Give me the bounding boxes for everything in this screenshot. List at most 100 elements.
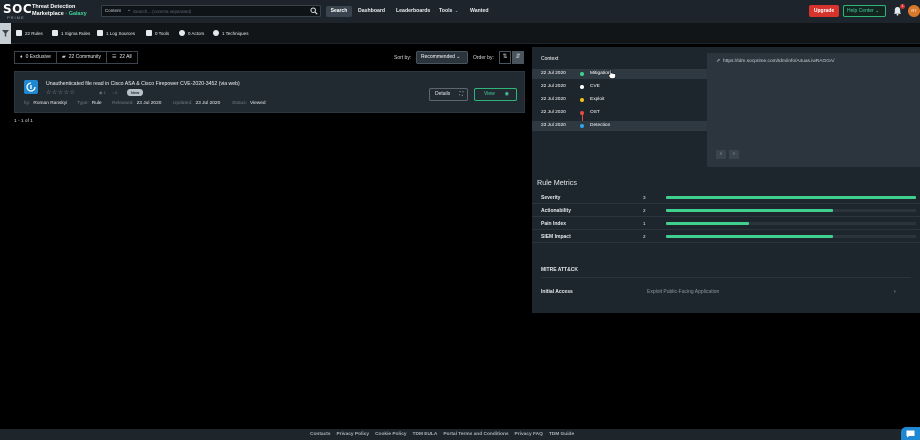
tab-exclusive[interactable]: ♦ 0 Exclusive <box>14 51 57 64</box>
rule-title[interactable]: Unauthenticated file read in Cisco ASA &… <box>46 81 240 87</box>
eye-icon: ◉ <box>99 90 103 95</box>
previous-button[interactable]: ‹ <box>716 150 726 159</box>
sort-select[interactable]: Recommended ⌄ <box>416 51 468 64</box>
footer-links: Contacts Privacy Policy Cookie Policy TD… <box>310 432 580 437</box>
context-item-mitigation[interactable]: 22 Jul 2020 Mitigation <box>532 69 708 79</box>
downloads-count: ↓ 0 <box>112 90 117 95</box>
metric-siem-impact: SIEM Impact 2 <box>532 230 920 243</box>
nav-dashboard[interactable]: Dashboard <box>358 8 385 14</box>
brand-line1: Threat Detection <box>32 4 76 10</box>
order-label: Order by: <box>473 55 494 61</box>
status-dot-icon <box>580 72 584 76</box>
order-descending-button[interactable]: ⇵ <box>512 51 524 64</box>
chevron-right-icon: › <box>733 151 735 157</box>
search-icon[interactable] <box>310 7 318 15</box>
stat-actors-label: 0 Actors <box>188 31 205 36</box>
status-dot-icon <box>580 124 584 128</box>
status-dot-icon <box>580 98 584 102</box>
eye-icon: ◉ <box>504 91 509 97</box>
mitre-tactic[interactable]: Initial Access <box>541 289 573 295</box>
footer-link-tdm-guide[interactable]: TDM Guide <box>549 432 574 437</box>
rule-type-icon <box>24 80 38 94</box>
stat-tools[interactable]: 0 Tools <box>146 30 169 36</box>
all-icon: ☰ <box>111 54 117 60</box>
stat-rules[interactable]: 22 Rules <box>16 30 43 36</box>
search-type-select[interactable]: Content <box>105 8 121 13</box>
footer-link-terms[interactable]: Portal Terms and Conditions <box>443 432 508 437</box>
socprime-logo[interactable]: SOC PRIME <box>3 2 33 21</box>
context-date: 22 Jul 2020 <box>541 71 566 76</box>
stats-bar: 22 Rules 1 Sigma Rules 1 Log Sources 0 T… <box>0 23 920 44</box>
metric-label: Actionability <box>541 208 572 214</box>
metric-bar <box>666 196 916 199</box>
details-button[interactable]: Details ⛶ <box>429 88 468 101</box>
context-date: 23 Jul 2020 <box>541 123 566 128</box>
updated-value: 23 Jul 2020 <box>195 101 221 106</box>
rule-detail-panel: Context 22 Jul 2020 Mitigation 22 Jul 20… <box>532 47 920 313</box>
context-item-cve[interactable]: 22 Jul 2020 CVE <box>532 82 708 92</box>
metric-value: 2 <box>643 208 646 213</box>
stat-log-sources[interactable]: 1 Log Sources <box>97 30 135 36</box>
footer-link-privacy-policy[interactable]: Privacy Policy <box>337 432 370 437</box>
context-link[interactable]: ⇗ https://tdm.socprime.com/tdm/info/A4uas… <box>716 59 834 64</box>
avatar[interactable]: RT <box>908 5 920 17</box>
expand-icon: ⛶ <box>459 91 463 97</box>
footer-link-tdm-eula[interactable]: TDM EULA <box>413 432 438 437</box>
status-label: Status: <box>232 101 247 106</box>
view-button[interactable]: View ◉ <box>474 88 517 101</box>
footer: Contacts Privacy Policy Cookie Policy TD… <box>0 429 920 440</box>
sort-descending-icon: ⇵ <box>515 54 521 60</box>
logo-text: SOC <box>3 2 33 16</box>
next-button[interactable]: › <box>729 150 739 159</box>
stat-tools-label: 0 Tools <box>155 31 170 36</box>
nav-tools[interactable]: Tools ⌄ <box>439 8 459 14</box>
footer-link-cookie-policy[interactable]: Cookie Policy <box>375 432 406 437</box>
nav-wanted[interactable]: Wanted <box>470 8 489 14</box>
rule-type: Type: Rule <box>77 101 102 106</box>
tab-all-label: 22 All <box>119 54 132 60</box>
footer-link-contacts[interactable]: Contacts <box>310 432 331 437</box>
context-date: 22 Jul 2020 <box>541 84 566 89</box>
stat-sigma-rules[interactable]: 1 Sigma Rules <box>52 30 90 36</box>
notification-badge: 1 <box>900 4 905 9</box>
mouse-cursor-icon <box>608 69 616 79</box>
chevron-right-icon[interactable]: › <box>894 289 896 295</box>
type-value: Rule <box>91 101 102 106</box>
tab-community[interactable]: ▰ 22 Community <box>55 51 107 64</box>
search-button[interactable]: Search <box>326 6 352 17</box>
search-input[interactable] <box>133 7 303 15</box>
tab-all[interactable]: ☰ 22 All <box>105 51 138 64</box>
brand-line2: Marketplace <box>32 11 64 17</box>
stat-log-label: 1 Log Sources <box>106 31 136 36</box>
metric-bar-fill <box>666 235 833 238</box>
pagination-info: 1 - 1 of 1 <box>14 119 33 124</box>
filter-icon <box>2 30 9 37</box>
brand-accent: · Galaxy <box>65 11 87 17</box>
context-item-exploit[interactable]: 22 Jul 2020 Exploit <box>532 95 708 105</box>
context-preview: ⇗ https://tdm.socprime.com/tdm/info/A4uas… <box>707 53 920 167</box>
stat-techniques-label: 1 Techniques <box>222 31 249 36</box>
rules-icon <box>16 30 22 36</box>
help-center-button[interactable]: Help Center ⌄ <box>843 5 886 17</box>
stat-actors[interactable]: 0 Actors <box>179 30 204 36</box>
footer-link-privacy-faq[interactable]: Privacy FAQ <box>515 432 543 437</box>
context-label: Detection <box>590 123 611 128</box>
rating-stars[interactable]: ☆☆☆☆☆ <box>46 89 75 96</box>
context-item-ost[interactable]: 22 Jul 2020 OST <box>532 108 708 118</box>
chat-button[interactable] <box>901 427 920 440</box>
chevron-down-icon: ⌄ <box>875 8 880 14</box>
context-label: OST <box>590 110 600 115</box>
status-value: Viewed <box>249 101 266 106</box>
nav-leaderboards[interactable]: Leaderboards <box>396 8 430 14</box>
type-label: Type: <box>77 101 89 106</box>
filter-toggle-button[interactable] <box>0 23 11 44</box>
context-item-detection[interactable]: 23 Jul 2020 Detection <box>532 121 708 131</box>
chevron-down-icon[interactable]: ⌄ <box>127 7 131 13</box>
mitre-technique[interactable]: Exploit Public-Facing Application <box>647 289 719 295</box>
stat-techniques[interactable]: 1 Techniques <box>213 30 248 36</box>
external-link-icon: ⇗ <box>716 59 721 64</box>
rule-card[interactable]: Unauthenticated file read in Cisco ASA &… <box>14 71 525 113</box>
order-ascending-button[interactable]: ⇅ <box>499 51 511 64</box>
upgrade-button[interactable]: Upgrade <box>809 5 839 17</box>
rule-updated: Updated: 23 Jul 2020 <box>173 101 220 106</box>
